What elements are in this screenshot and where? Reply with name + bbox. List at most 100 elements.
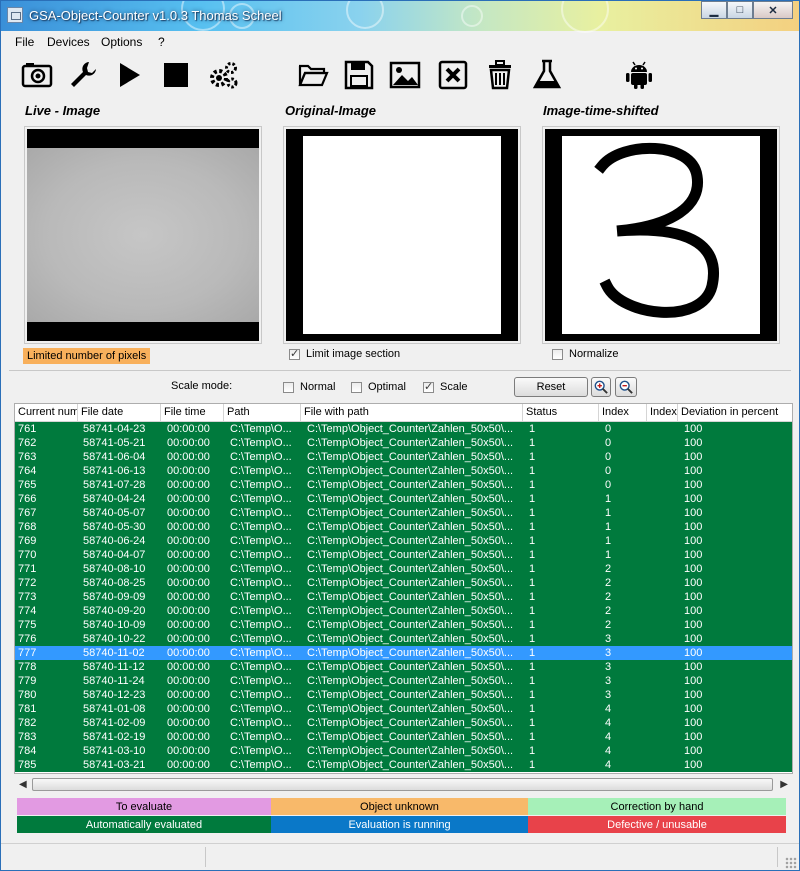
normalize-checkbox[interactable]: Normalize (552, 348, 619, 360)
cell-current-number: 785 (18, 759, 37, 771)
table-row[interactable]: 783 58741-02-19 00:00:00 C:\Temp\O... C:\Tem… (15, 730, 792, 744)
column-header-path[interactable]: Path (224, 404, 301, 421)
cell-index: 4 (605, 759, 612, 771)
cell-file-with-path: C:\Temp\Object_Counter\Zahlen_50x50\... (307, 493, 514, 505)
save-button[interactable] (341, 57, 377, 93)
table-row[interactable]: 764 58741-06-13 00:00:00 C:\Temp\O... C:\Tem… (15, 464, 792, 478)
camera-button[interactable] (19, 57, 55, 93)
status-bar (1, 843, 799, 870)
menu-help[interactable]: ? (158, 35, 165, 49)
cell-file-date: 58740-08-25 (83, 577, 146, 589)
scale-optimal-checkbox[interactable]: Optimal (351, 381, 406, 393)
legend-to-evaluate: To evaluate (17, 798, 271, 815)
checkbox-box[interactable] (289, 347, 300, 360)
trash-button[interactable] (482, 57, 518, 93)
cell-status: 1 (529, 493, 536, 505)
cell-deviation: 100 (684, 591, 703, 603)
menu-options[interactable]: Options (101, 35, 142, 49)
menu-devices[interactable]: Devices (47, 35, 90, 49)
cell-current-number: 767 (18, 507, 37, 519)
column-header-deviation[interactable]: Deviation in percent (678, 404, 792, 421)
cell-index: 3 (605, 689, 612, 701)
table-row[interactable]: 774 58740-09-20 00:00:00 C:\Temp\O... C:\Tem… (15, 604, 792, 618)
settings-wrench-button[interactable] (65, 57, 101, 93)
table-row[interactable]: 761 58741-04-23 00:00:00 C:\Temp\O... C:\Tem… (15, 422, 792, 436)
table-row[interactable]: 777 58740-11-02 00:00:00 C:\Temp\O... C:\Tem… (15, 646, 792, 660)
table-row[interactable]: 769 58740-06-24 00:00:00 C:\Temp\O... C:\Tem… (15, 534, 792, 548)
cell-current-number: 763 (18, 451, 37, 463)
table-row[interactable]: 771 58740-08-10 00:00:00 C:\Temp\O... C:\Tem… (15, 562, 792, 576)
column-header-index-2[interactable]: Index (647, 404, 678, 421)
scroll-left-icon[interactable]: ◀ (19, 779, 27, 790)
table-row[interactable]: 778 58740-11-12 00:00:00 C:\Temp\O... C:\Tem… (15, 660, 792, 674)
stop-button[interactable] (158, 57, 194, 93)
reset-button[interactable]: Reset (514, 377, 588, 397)
column-header-index[interactable]: Index (599, 404, 647, 421)
original-image (286, 129, 518, 341)
table-row[interactable]: 782 58741-02-09 00:00:00 C:\Temp\O... C:\Tem… (15, 716, 792, 730)
table-row[interactable]: 770 58740-04-07 00:00:00 C:\Temp\O... C:\Tem… (15, 548, 792, 562)
column-header-file-with-path[interactable]: File with path (301, 404, 523, 421)
decor-bubble (461, 5, 483, 27)
table-row[interactable]: 781 58741-01-08 00:00:00 C:\Temp\O... C:\Tem… (15, 702, 792, 716)
column-header-status[interactable]: Status (523, 404, 599, 421)
cell-path: C:\Temp\O... (230, 745, 292, 757)
live-image-title: Live - Image (25, 103, 101, 118)
scale-normal-checkbox[interactable]: Normal (283, 381, 335, 393)
table-row[interactable]: 773 58740-09-09 00:00:00 C:\Temp\O... C:\Tem… (15, 590, 792, 604)
cell-file-with-path: C:\Temp\Object_Counter\Zahlen_50x50\... (307, 549, 514, 561)
cell-file-time: 00:00:00 (167, 563, 210, 575)
original-image-frame (283, 126, 521, 344)
table-row[interactable]: 776 58740-10-22 00:00:00 C:\Temp\O... C:\Tem… (15, 632, 792, 646)
minimize-button[interactable]: ▁ (701, 1, 727, 19)
zoom-out-button[interactable] (615, 377, 637, 397)
results-table[interactable]: Current numb File date File time Path Fi… (14, 403, 793, 774)
scroll-right-icon[interactable]: ▶ (780, 779, 788, 790)
cell-file-time: 00:00:00 (167, 675, 210, 687)
table-row[interactable]: 767 58740-05-07 00:00:00 C:\Temp\O... C:\Tem… (15, 506, 792, 520)
limit-image-section-checkbox[interactable]: Limit image section (289, 347, 400, 360)
open-folder-icon (298, 64, 329, 87)
table-row[interactable]: 768 58740-05-30 00:00:00 C:\Temp\O... C:\Tem… (15, 520, 792, 534)
live-image-frame (24, 126, 262, 344)
zoom-in-button[interactable] (591, 377, 611, 397)
table-row[interactable]: 766 58740-04-24 00:00:00 C:\Temp\O... C:\Tem… (15, 492, 792, 506)
maximize-button[interactable]: □ (727, 1, 753, 19)
cell-deviation: 100 (684, 493, 703, 505)
android-button[interactable] (621, 57, 657, 93)
image-button[interactable] (387, 57, 423, 93)
table-row[interactable]: 784 58741-03-10 00:00:00 C:\Temp\O... C:\Tem… (15, 744, 792, 758)
cell-path: C:\Temp\O... (230, 577, 292, 589)
checkbox-box[interactable] (283, 381, 294, 393)
table-row[interactable]: 779 58740-11-24 00:00:00 C:\Temp\O... C:\Tem… (15, 674, 792, 688)
table-row[interactable]: 772 58740-08-25 00:00:00 C:\Temp\O... C:\Tem… (15, 576, 792, 590)
delete-entry-button[interactable] (435, 57, 471, 93)
table-row[interactable]: 762 58741-05-21 00:00:00 C:\Temp\O... C:\Tem… (15, 436, 792, 450)
horizontal-scrollbar[interactable]: ◀ ▶ (14, 776, 793, 794)
table-row[interactable]: 763 58741-06-04 00:00:00 C:\Temp\O... C:\Tem… (15, 450, 792, 464)
table-row[interactable]: 785 58741-03-21 00:00:00 C:\Temp\O... C:\Tem… (15, 758, 792, 772)
configure-button[interactable] (205, 57, 241, 93)
column-header-current-number[interactable]: Current numb (15, 404, 78, 421)
column-header-file-date[interactable]: File date (78, 404, 161, 421)
scroll-thumb[interactable] (32, 778, 773, 791)
cell-deviation: 100 (684, 451, 703, 463)
title-bar[interactable]: GSA-Object-Counter v1.0.3 Thomas Scheel … (1, 1, 799, 33)
menu-file[interactable]: File (15, 35, 34, 49)
table-row[interactable]: 775 58740-10-09 00:00:00 C:\Temp\O... C:\Tem… (15, 618, 792, 632)
checkbox-box[interactable] (351, 381, 362, 393)
resize-grip-icon[interactable] (785, 857, 797, 869)
close-button[interactable]: ✕ (753, 1, 793, 19)
checkbox-box[interactable] (423, 380, 434, 393)
checkbox-box[interactable] (552, 348, 563, 360)
table-row[interactable]: 765 58741-07-28 00:00:00 C:\Temp\O... C:\Tem… (15, 478, 792, 492)
column-header-file-time[interactable]: File time (161, 404, 224, 421)
table-row[interactable]: 780 58740-12-23 00:00:00 C:\Temp\O... C:\Tem… (15, 688, 792, 702)
cell-path: C:\Temp\O... (230, 619, 292, 631)
open-folder-button[interactable] (295, 57, 331, 93)
cell-file-date: 58740-04-07 (83, 549, 146, 561)
start-button[interactable] (111, 57, 147, 93)
scale-scale-checkbox[interactable]: Scale (423, 380, 468, 393)
test-button[interactable] (529, 57, 565, 93)
cell-index: 1 (605, 535, 612, 547)
